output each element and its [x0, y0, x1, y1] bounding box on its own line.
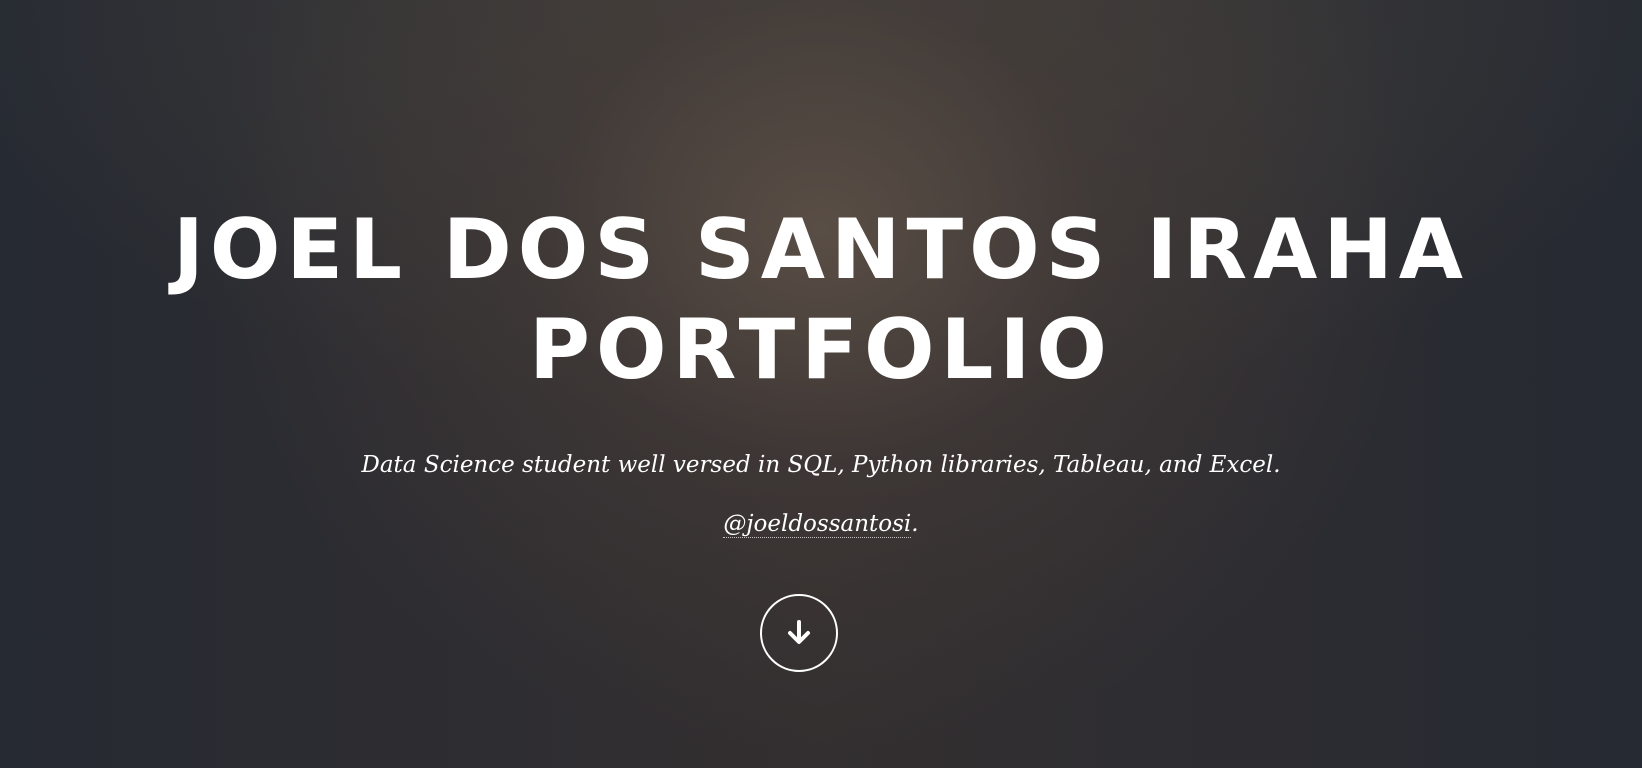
handle-suffix: . — [911, 511, 919, 537]
title-line-2: PORTFOLIO — [529, 301, 1113, 398]
handle-paragraph: @joeldossantosi. — [0, 506, 1642, 542]
description-text: Data Science student well versed in SQL,… — [361, 452, 1281, 478]
page-title: JOEL DOS SANTOS IRAHA PORTFOLIO — [0, 200, 1642, 400]
handle-link[interactable]: @joeldossantosi — [723, 511, 912, 538]
arrow-down-icon — [788, 620, 810, 644]
scroll-down-button[interactable] — [760, 594, 838, 672]
hero-banner: JOEL DOS SANTOS IRAHA PORTFOLIO Data Sci… — [0, 0, 1642, 768]
title-line-1: JOEL DOS SANTOS IRAHA — [172, 201, 1470, 298]
